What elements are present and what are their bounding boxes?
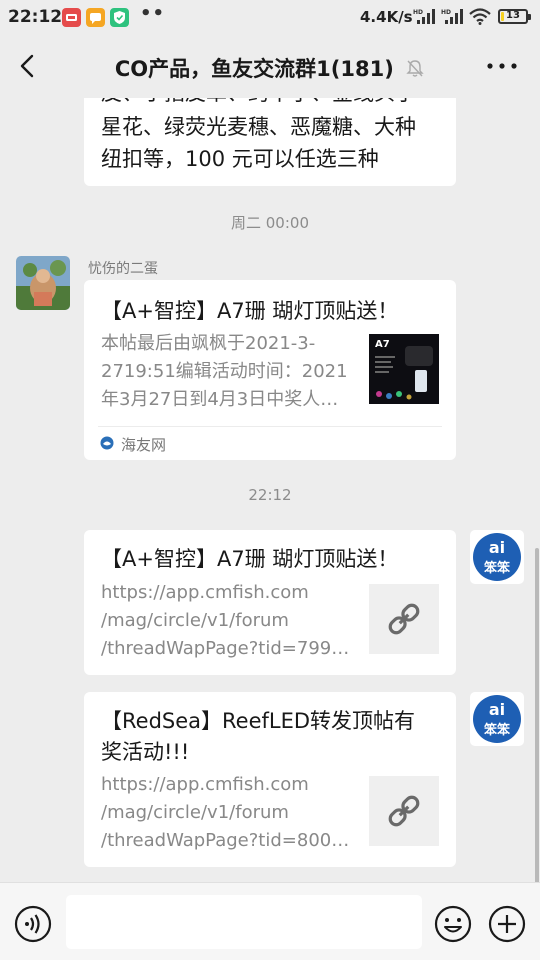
article-card-title: 【A+智控】A7珊 瑚灯顶贴送！ (101, 299, 399, 323)
link-icon (388, 795, 420, 827)
battery-icon: 13 (498, 9, 528, 24)
back-chevron-icon[interactable] (14, 50, 44, 82)
sender-avatar[interactable] (16, 256, 70, 310)
sender-name: 忧伤的二蛋 (88, 261, 158, 277)
message-timestamp: 22:12 (248, 486, 292, 504)
input-bar (0, 882, 540, 960)
wifi-icon (469, 8, 491, 25)
link-icon (388, 603, 420, 635)
article-source-name: 海友网 (121, 436, 167, 454)
svg-text:HD: HD (413, 9, 423, 16)
link-card-url-line: https://app.cmfish.com (101, 582, 309, 603)
message-text-line: 纽扣等，100 元可以任选三种 (101, 147, 379, 171)
signal-2-icon: HD (441, 9, 463, 24)
status-time: 22:12 (8, 7, 63, 27)
signal-1-icon: HD (413, 9, 435, 24)
status-more-dots: •• (140, 3, 166, 24)
svg-text:ai: ai (489, 700, 505, 719)
link-card-url-line: https://app.cmfish.com (101, 774, 309, 795)
svg-text:A7: A7 (375, 339, 390, 350)
more-options-icon[interactable] (484, 56, 520, 76)
mute-bell-icon (406, 60, 424, 77)
chat-header: CO产品，鱼友交流群1(181) (0, 34, 540, 98)
chat-title[interactable]: CO产品，鱼友交流群1(181) (115, 57, 394, 81)
link-card-url-line: /threadWapPage?tid=799… (101, 638, 350, 659)
link-card-url-line: /mag/circle/v1/forum (101, 610, 289, 631)
battery-tip (528, 14, 531, 20)
svg-text:笨笨: 笨笨 (484, 722, 511, 738)
article-thumbnail: A7 (369, 334, 439, 404)
article-card-desc-line: 本帖最后由飒枫于2021-3- (101, 333, 316, 354)
link-card-url-line: /mag/circle/v1/forum (101, 802, 289, 823)
message-timestamp: 周二 00:00 (231, 214, 309, 232)
plus-more-icon[interactable] (488, 905, 526, 943)
link-card-title: 【A+智控】A7珊 瑚灯顶贴送！ (101, 547, 399, 571)
svg-text:笨笨: 笨笨 (484, 560, 511, 576)
battery-percent: 13 (506, 10, 520, 21)
status-bar: 22:12 •• 4.4K/s HD HD 13 (0, 0, 540, 34)
link-thumbnail (369, 776, 439, 846)
shield-app-icon (110, 8, 129, 27)
message-app-icon (86, 8, 105, 27)
voice-input-icon[interactable] (14, 905, 52, 943)
link-card-title: 奖活动!!! (101, 740, 190, 764)
emoji-icon[interactable] (434, 905, 472, 943)
my-avatar[interactable]: ai 笨笨 (470, 530, 524, 584)
svg-text:ai: ai (489, 538, 505, 557)
link-card-url-line: /threadWapPage?tid=800… (101, 830, 350, 851)
source-logo-icon (100, 436, 114, 450)
message-text-line: 星花、绿荧光麦穗、恶魔糖、大种 (101, 115, 416, 139)
notification-app-icon (62, 8, 81, 27)
message-input[interactable] (66, 895, 422, 949)
article-card-desc-line: 年3月27日到4月3日中奖人… (101, 389, 339, 410)
network-speed: 4.4K/s (360, 8, 413, 26)
article-card-desc-line: 2719:51编辑活动时间：2021 (101, 361, 348, 382)
card-divider (98, 426, 442, 427)
message-text-line: 皮、于指皮革、约十子、金线头子 (101, 98, 416, 109)
chat-message-list[interactable]: 皮、于指皮革、约十子、金线头子 星花、绿荧光麦穗、恶魔糖、大种 纽扣等，100 … (0, 98, 540, 882)
chat-title-wrap: CO产品，鱼友交流群1(181) (80, 53, 460, 83)
link-card-title: 【RedSea】ReefLED转发顶帖有 (101, 709, 416, 733)
my-avatar[interactable]: ai 笨笨 (470, 692, 524, 746)
link-thumbnail (369, 584, 439, 654)
svg-text:HD: HD (441, 9, 451, 16)
chat-scrollbar[interactable] (535, 548, 539, 882)
